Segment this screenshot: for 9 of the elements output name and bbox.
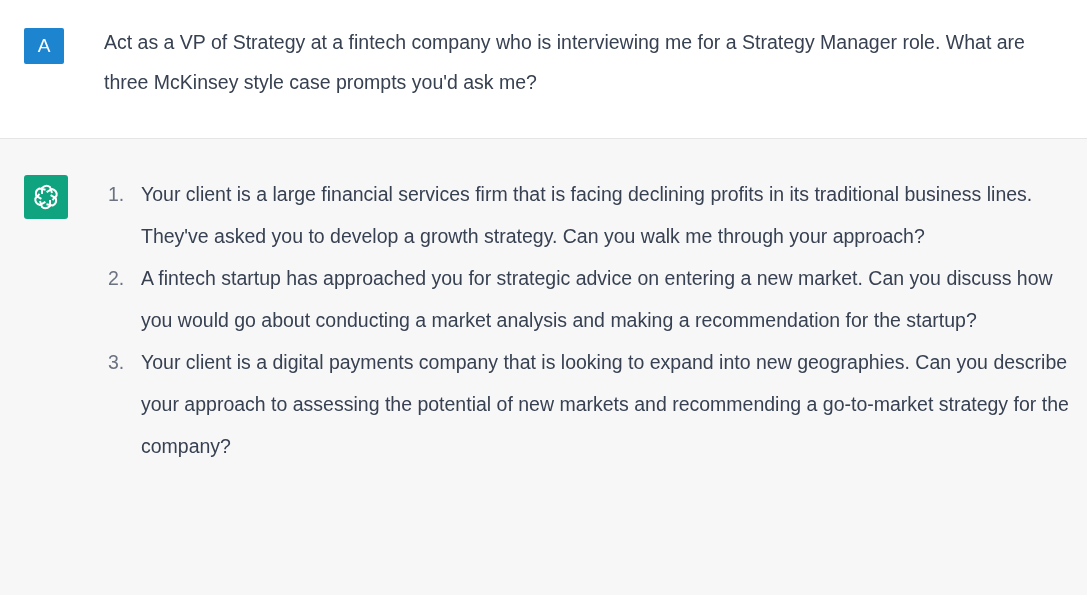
- list-item-text: Your client is a large financial services firm that is facing declining profits in its traditional business lines. They've asked you to develop a growth strategy. Can you walk me through your approach?: [141, 182, 1034, 249]
- list-number: 3.: [108, 350, 125, 375]
- logo-icon: [31, 182, 61, 212]
- list-number: 2.: [108, 266, 125, 291]
- user-avatar: A: [24, 28, 64, 64]
- list-number: 1.: [108, 182, 125, 207]
- list-item-text: A fintech startup has approached you for strategic advice on entering a new market. Can you discuss how you would go about conducting a market analysis and making a recommendation for the startup?: [141, 266, 1054, 333]
- list-item-text: Your client is a digital payments company that is looking to expand into new geographies. Can you describe your approach to assessing the potential of new markets and recommending a go-to-market strategy for the company?: [141, 350, 1070, 459]
- prompt-text: Act as a VP of Strategy at a fintech company who is interviewing me for a Strategy Manager role. What are three McKinsey style case prompts you'd ask me?: [104, 30, 1026, 95]
